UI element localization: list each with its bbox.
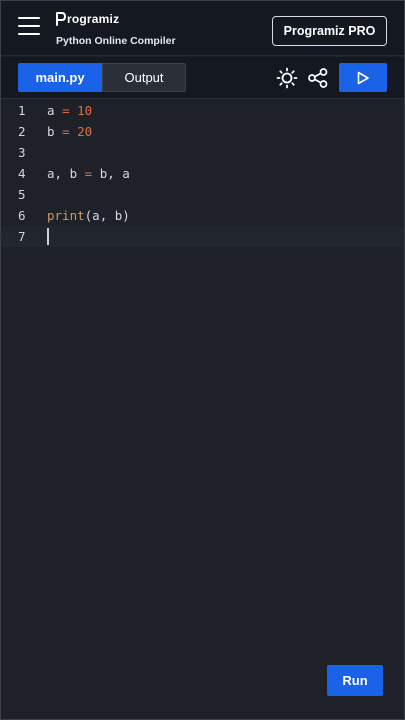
line-number: 6 xyxy=(18,208,26,223)
programiz-logo: rogramiz xyxy=(56,11,176,27)
run-play-button[interactable] xyxy=(339,63,387,92)
code-line[interactable]: 4 a, b = b, a xyxy=(0,163,405,184)
line-number: 5 xyxy=(18,187,26,202)
sun-icon[interactable] xyxy=(275,66,299,90)
run-button[interactable]: Run xyxy=(327,665,383,696)
brand-name: rogramiz xyxy=(67,12,120,26)
text-cursor xyxy=(47,228,49,245)
programiz-pro-button[interactable]: Programiz PRO xyxy=(272,16,387,46)
line-number: 7 xyxy=(18,229,26,244)
code-text[interactable]: print(a, b) xyxy=(47,208,130,223)
line-number: 4 xyxy=(18,166,26,181)
play-icon xyxy=(357,71,369,84)
code-text[interactable]: b = 20 xyxy=(47,124,92,139)
hamburger-menu-icon[interactable] xyxy=(18,17,40,35)
brand-subtitle: Python Online Compiler xyxy=(56,35,176,47)
editor-toolbar: main.py Output xyxy=(0,57,405,99)
tab-main-py[interactable]: main.py xyxy=(18,63,102,92)
app-header: rogramiz Python Online Compiler Programi… xyxy=(0,0,405,56)
code-line[interactable]: 2 b = 20 xyxy=(0,121,405,142)
code-text[interactable]: a, b = b, a xyxy=(47,166,130,181)
brand[interactable]: rogramiz Python Online Compiler xyxy=(56,11,176,47)
code-line[interactable]: 5 xyxy=(0,184,405,205)
code-line[interactable]: 3 xyxy=(0,142,405,163)
code-text[interactable]: a = 10 xyxy=(47,103,92,118)
line-number: 3 xyxy=(18,145,26,160)
share-icon[interactable] xyxy=(306,66,330,90)
code-editor[interactable]: 1 a = 10 2 b = 20 3 4 a, b = b, a 5 6 pr… xyxy=(0,100,405,720)
code-text[interactable] xyxy=(47,228,49,245)
code-line-active[interactable]: 7 xyxy=(0,226,405,247)
code-line[interactable]: 1 a = 10 xyxy=(0,100,405,121)
tab-output[interactable]: Output xyxy=(102,63,186,92)
line-number: 1 xyxy=(18,103,26,118)
programiz-logo-icon xyxy=(56,12,66,26)
line-number: 2 xyxy=(18,124,26,139)
code-line[interactable]: 6 print(a, b) xyxy=(0,205,405,226)
